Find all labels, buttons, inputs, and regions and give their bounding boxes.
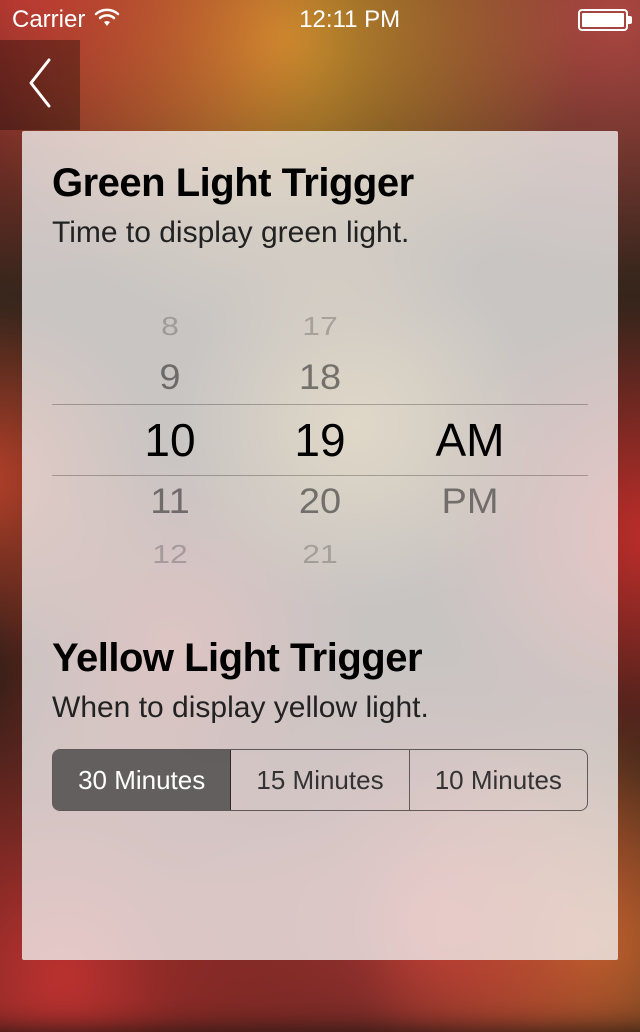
yellow-trigger-title: Yellow Light Trigger [52,636,588,681]
picker-ampm-selected[interactable]: AM [395,413,545,467]
battery-icon [578,9,628,31]
status-bar: Carrier 12:11 PM [0,0,640,40]
time-picker[interactable]: 8 17 9 18 10 19 AM 11 20 PM 12 21 [52,300,588,580]
settings-card: Green Light Trigger Time to display gree… [22,131,618,960]
status-time: 12:11 PM [299,6,400,34]
picker-ampm[interactable]: PM [395,482,545,522]
segment-15min[interactable]: 15 Minutes [231,750,409,810]
segment-10min[interactable]: 10 Minutes [410,750,587,810]
picker-hour-selected[interactable]: 10 [95,413,245,467]
picker-minute[interactable]: 17 [245,311,395,341]
chevron-left-icon [23,56,57,115]
picker-minute-selected[interactable]: 19 [245,413,395,467]
green-trigger-title: Green Light Trigger [52,161,588,206]
back-button[interactable] [0,40,80,130]
green-trigger-subtitle: Time to display green light. [52,216,588,250]
picker-minute[interactable]: 20 [245,482,395,522]
picker-hour[interactable]: 9 [95,358,245,398]
picker-hour[interactable]: 11 [95,482,245,522]
wifi-icon [93,6,121,35]
yellow-trigger-subtitle: When to display yellow light. [52,691,588,725]
segment-30min[interactable]: 30 Minutes [53,750,231,810]
yellow-segmented-control[interactable]: 30 Minutes 15 Minutes 10 Minutes [52,749,588,811]
carrier-label: Carrier [12,6,85,34]
picker-hour[interactable]: 12 [95,539,245,569]
picker-hour[interactable]: 8 [95,311,245,341]
picker-minute[interactable]: 18 [245,358,395,398]
picker-minute[interactable]: 21 [245,539,395,569]
